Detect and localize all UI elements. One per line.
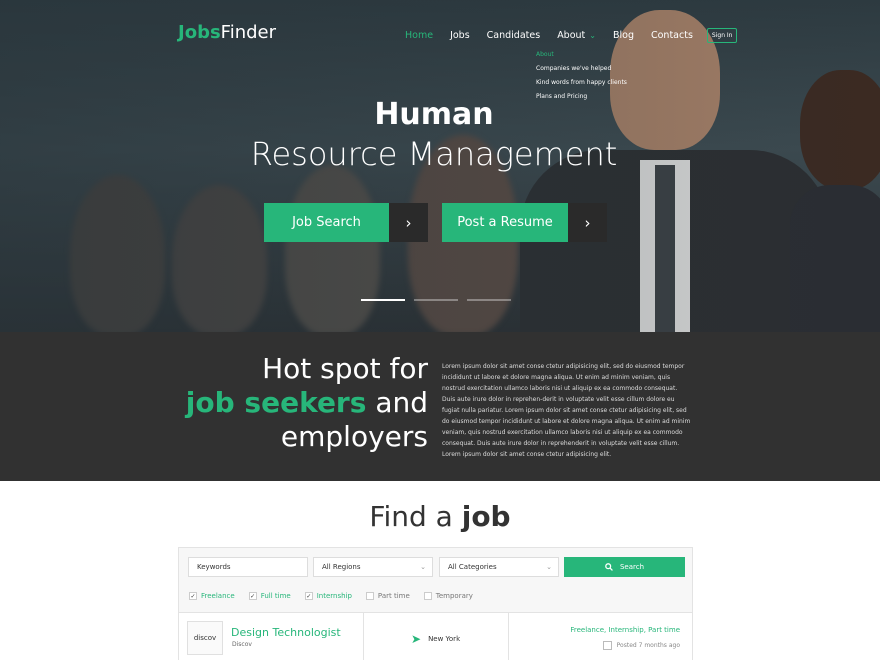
slide-dot-1[interactable]: [361, 299, 405, 301]
job-search-panel: Keywords All Regions ⌄ All Categories ⌄ …: [178, 547, 693, 660]
post-resume-button[interactable]: Post a Resume ›: [442, 203, 607, 242]
job-posted-label: Posted 7 months ago: [616, 642, 680, 649]
nav-jobs[interactable]: Jobs: [450, 30, 470, 41]
keywords-input[interactable]: Keywords: [188, 557, 308, 577]
slide-dot-3[interactable]: [467, 299, 511, 301]
job-search-label: Job Search: [264, 203, 389, 242]
slide-dot-2[interactable]: [414, 299, 458, 301]
logo[interactable]: JobsFinder: [178, 22, 276, 43]
checkbox-checked-icon: ✓: [189, 592, 197, 600]
region-select[interactable]: All Regions ⌄: [313, 557, 433, 577]
filter-label: Full time: [260, 592, 291, 600]
hero-slider: JobsFinder Home Jobs Candidates About ⌄ B…: [0, 0, 880, 332]
filter-part-time[interactable]: Part time: [365, 592, 410, 600]
submenu-item-about[interactable]: About: [536, 48, 627, 62]
find-title-light: Find a: [369, 500, 453, 533]
checkbox-empty-icon: [365, 592, 374, 600]
company-logo: discov: [187, 621, 223, 655]
region-value: All Regions: [322, 563, 361, 571]
job-posted: Posted 7 months ago: [602, 641, 680, 650]
category-select[interactable]: All Categories ⌄: [439, 557, 559, 577]
filter-freelance[interactable]: ✓ Freelance: [189, 592, 235, 600]
about-submenu: About Companies we've helped Kind words …: [536, 48, 627, 104]
nav-blog[interactable]: Blog: [613, 30, 634, 41]
main-nav: Home Jobs Candidates About ⌄ Blog Contact…: [405, 28, 738, 43]
slider-pagination: [361, 299, 520, 301]
promo-line-3: employers: [280, 420, 428, 453]
filter-label: Temporary: [435, 592, 473, 600]
filter-internship[interactable]: ✓ Internship: [304, 592, 352, 600]
checkbox-checked-icon: ✓: [248, 592, 257, 600]
calendar-icon: [602, 641, 612, 650]
search-icon: [605, 563, 613, 571]
filter-label: Part time: [377, 592, 410, 600]
promo-line-2: job seekers and: [186, 386, 428, 420]
post-resume-label: Post a Resume: [442, 203, 568, 242]
chevron-right-icon: ›: [389, 203, 428, 242]
find-job-heading: Find a job: [0, 500, 880, 533]
submenu-item-companies[interactable]: Companies we've helped: [536, 62, 627, 76]
category-value: All Categories: [448, 563, 497, 571]
filter-full-time[interactable]: ✓ Full time: [248, 592, 291, 600]
chevron-right-icon: ›: [568, 203, 607, 242]
sign-in-button[interactable]: Sign In: [706, 28, 738, 43]
nav-candidates[interactable]: Candidates: [487, 30, 541, 41]
promo-line-1: Hot spot for: [262, 352, 428, 385]
chevron-down-icon: ⌄: [546, 563, 552, 571]
hero-subtitle: Resource Management: [250, 135, 618, 173]
column-divider: [363, 613, 364, 660]
hero-title: Human: [374, 97, 494, 132]
column-divider: [508, 613, 509, 660]
nav-contacts[interactable]: Contacts: [651, 30, 693, 41]
company-logo-text: discov: [193, 634, 217, 642]
nav-about-label: About: [557, 30, 586, 41]
job-search-button[interactable]: Job Search ›: [264, 203, 428, 242]
job-company: Discov: [232, 641, 252, 648]
filter-label: Internship: [316, 592, 352, 600]
job-title[interactable]: Design Technologist: [231, 626, 341, 639]
submenu-item-testimonials[interactable]: Kind words from happy clients: [536, 76, 627, 90]
promo-text: Lorem ipsum dolor sit amet conse ctetur …: [442, 363, 691, 458]
job-type-filters: ✓ Freelance ✓ Full time ✓ Internship Part t…: [189, 592, 487, 600]
job-location: ➤ New York: [411, 632, 460, 646]
nav-home[interactable]: Home: [405, 30, 433, 41]
promo-section: Hot spot for job seekers and employers L…: [0, 332, 880, 481]
job-types: Freelance, Internship, Part time: [570, 626, 680, 634]
checkbox-checked-icon: ✓: [304, 592, 313, 600]
logo-rest: Finder: [220, 22, 277, 43]
search-button[interactable]: Search: [564, 557, 685, 577]
search-button-label: Search: [619, 563, 645, 571]
job-location-label: New York: [428, 635, 461, 643]
promo-highlight: job seekers: [185, 386, 367, 419]
checkbox-empty-icon: [423, 592, 432, 600]
job-listing-row[interactable]: discov Design Technologist Discov ➤ New …: [179, 612, 692, 660]
nav-about[interactable]: About ⌄: [557, 30, 596, 41]
promo-line-2-rest: and: [375, 386, 428, 419]
find-title-bold: job: [461, 500, 511, 533]
logo-bold: Jobs: [178, 22, 221, 43]
promo-heading: Hot spot for job seekers and employers: [186, 352, 428, 454]
filter-label: Freelance: [201, 592, 235, 600]
chevron-down-icon: ⌄: [589, 31, 596, 40]
location-arrow-icon: ➤: [411, 632, 422, 646]
chevron-down-icon: ⌄: [420, 563, 426, 571]
filter-temporary[interactable]: Temporary: [423, 592, 473, 600]
